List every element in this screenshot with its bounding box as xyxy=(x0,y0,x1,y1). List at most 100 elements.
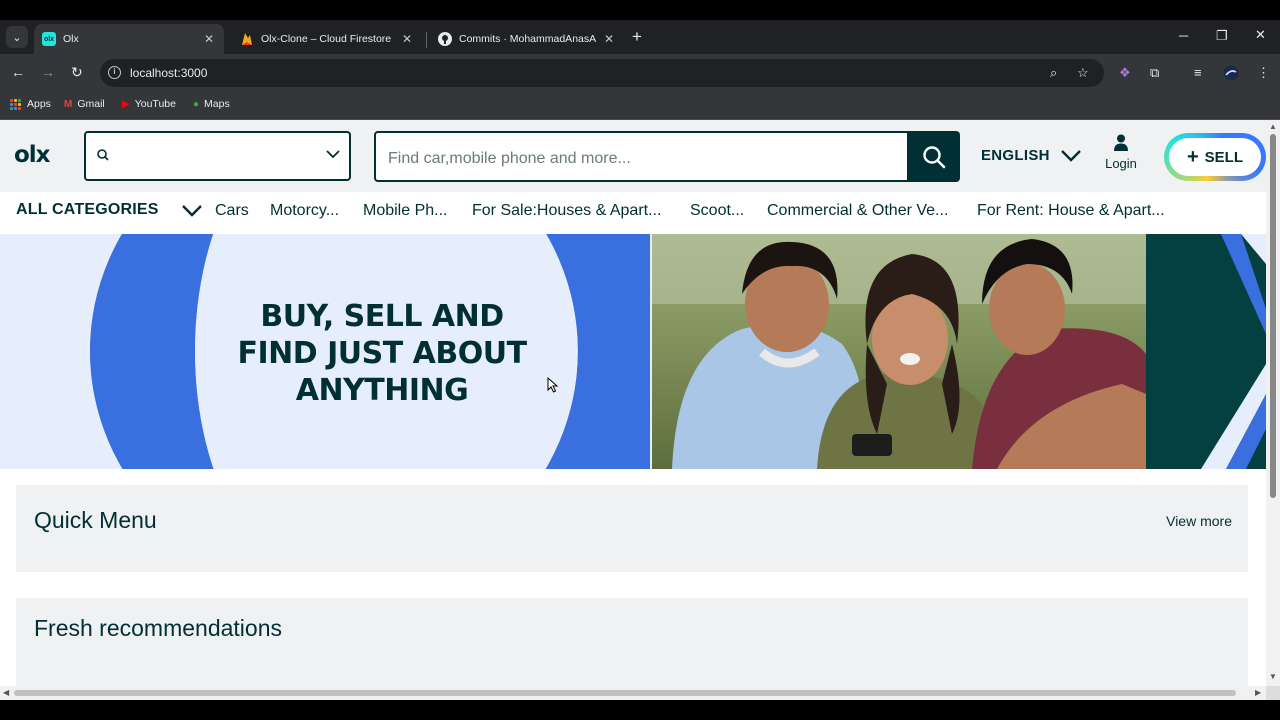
address-toolbar: ← → ↻ i localhost:3000 ⌕ ☆ ❖ ⧉ ≡ ⋮ xyxy=(0,54,1280,92)
language-selector[interactable]: ENGLISH xyxy=(981,147,1082,164)
extension-icon[interactable]: ❖ xyxy=(1119,65,1131,81)
mouse-cursor-icon xyxy=(547,377,559,393)
banner-chevron-graphic xyxy=(1146,234,1266,469)
tab-olx[interactable]: olx Olx ✕ xyxy=(34,24,224,54)
banner-line-3: ANYTHING xyxy=(295,373,469,408)
extensions-puzzle-icon[interactable]: ⧉ xyxy=(1150,65,1159,81)
banner-headline: BUY, SELL AND FIND JUST ABOUT ANYTHING xyxy=(226,298,538,409)
zoom-icon[interactable]: ⌕ xyxy=(1050,65,1057,81)
scroll-left-icon[interactable]: ◀ xyxy=(3,688,9,697)
category-scooters[interactable]: Scoot... xyxy=(690,202,744,220)
bookmark-gmail[interactable]: M Gmail xyxy=(64,98,105,110)
banner-text-panel: BUY, SELL AND FIND JUST ABOUT ANYTHING xyxy=(0,234,652,469)
web-page: olx ENGLISH Login + xyxy=(0,120,1266,686)
gmail-icon: M xyxy=(64,98,73,110)
hero-banner[interactable]: BUY, SELL AND FIND JUST ABOUT ANYTHING xyxy=(0,234,1266,469)
quick-menu-title: Quick Menu xyxy=(34,507,157,533)
tab-title: Commits · MohammadAnasAN xyxy=(459,33,596,45)
search-input[interactable] xyxy=(376,133,908,180)
close-window-icon[interactable]: ✕ xyxy=(1255,27,1266,43)
bookmark-label: Apps xyxy=(27,98,51,110)
category-houses-for-sale[interactable]: For Sale:Houses & Apart... xyxy=(472,202,661,220)
bookmark-label: Maps xyxy=(204,98,230,110)
category-houses-for-rent[interactable]: For Rent: House & Apart... xyxy=(977,202,1165,220)
language-label: ENGLISH xyxy=(981,147,1050,164)
maps-pin-icon: ● xyxy=(193,98,200,110)
media-control-icon[interactable]: ≡ xyxy=(1194,65,1202,80)
search-button[interactable] xyxy=(907,131,960,182)
plus-icon: + xyxy=(1186,146,1199,168)
browser-menu-icon[interactable]: ⋮ xyxy=(1257,65,1270,81)
browser-window: ⌄ olx Olx ✕ Olx-Clone – Cloud Firestore … xyxy=(0,0,1280,720)
close-tab-icon[interactable]: ✕ xyxy=(202,32,216,46)
scroll-down-icon[interactable]: ▼ xyxy=(1269,672,1277,681)
site-info-icon[interactable]: i xyxy=(108,66,121,79)
screen-bottom-bar xyxy=(0,700,1280,720)
scrollbar-corner xyxy=(1266,686,1280,700)
minimize-icon[interactable]: ─ xyxy=(1179,28,1188,43)
search-bar xyxy=(374,131,960,182)
tab-firestore[interactable]: Olx-Clone – Cloud Firestore – D ✕ xyxy=(232,24,422,54)
category-motorcycles[interactable]: Motorcy... xyxy=(270,202,339,220)
category-cars[interactable]: Cars xyxy=(215,202,249,220)
olx-logo[interactable]: olx xyxy=(14,142,51,168)
chevron-down-icon xyxy=(1060,149,1081,162)
olx-favicon-icon: olx xyxy=(42,32,56,46)
tab-title: Olx xyxy=(63,33,79,45)
profile-avatar-icon[interactable] xyxy=(1223,65,1239,84)
quick-menu-section: Quick Menu View more xyxy=(16,485,1248,572)
bookmark-maps[interactable]: ● Maps xyxy=(193,98,230,110)
youtube-icon: ▶ xyxy=(122,98,130,110)
close-tab-icon[interactable]: ✕ xyxy=(602,32,616,46)
fresh-recommendations-section: Fresh recommendations xyxy=(16,598,1248,686)
search-icon xyxy=(922,145,945,168)
tab-bar: ⌄ olx Olx ✕ Olx-Clone – Cloud Firestore … xyxy=(0,20,1280,54)
vertical-scrollbar[interactable]: ▲ ▼ xyxy=(1266,120,1280,686)
apps-grid-icon xyxy=(10,98,21,110)
chevron-down-icon[interactable] xyxy=(181,204,203,218)
tab-title: Olx-Clone – Cloud Firestore – D xyxy=(261,33,394,45)
scroll-thumb[interactable] xyxy=(1270,134,1276,498)
scroll-thumb[interactable] xyxy=(14,690,1236,696)
scroll-right-icon[interactable]: ▶ xyxy=(1255,688,1261,697)
chevron-down-icon xyxy=(326,150,340,159)
category-bar: ALL CATEGORIES Cars Motorcy... Mobile Ph… xyxy=(0,192,1266,234)
scroll-up-icon[interactable]: ▲ xyxy=(1269,122,1277,131)
bookmarks-bar: Apps M Gmail ▶ YouTube ● Maps xyxy=(0,92,1280,120)
banner-photo-friends xyxy=(652,234,1146,469)
tab-github[interactable]: Commits · MohammadAnasAN ✕ xyxy=(430,24,624,54)
category-commercial-vehicles[interactable]: Commercial & Other Ve... xyxy=(767,202,948,220)
new-tab-icon[interactable]: + xyxy=(632,28,642,46)
bookmark-label: YouTube xyxy=(134,98,176,110)
tab-search-button[interactable]: ⌄ xyxy=(6,26,28,48)
address-bar[interactable]: i localhost:3000 ⌕ ☆ xyxy=(100,59,1104,87)
sell-label: SELL xyxy=(1204,148,1244,166)
category-mobile-phones[interactable]: Mobile Ph... xyxy=(363,202,447,220)
view-more-link[interactable]: View more xyxy=(1166,513,1232,529)
bookmark-youtube[interactable]: ▶ YouTube xyxy=(122,98,176,110)
forward-icon[interactable]: → xyxy=(41,64,55,80)
restore-icon[interactable]: ❐ xyxy=(1216,28,1228,44)
back-icon[interactable]: ← xyxy=(11,64,25,80)
sell-button[interactable]: + SELL xyxy=(1164,133,1266,181)
user-icon xyxy=(1114,134,1128,151)
github-favicon-icon xyxy=(438,32,452,46)
search-icon xyxy=(97,149,109,161)
screen-top-bar xyxy=(0,0,1280,20)
close-tab-icon[interactable]: ✕ xyxy=(400,32,414,46)
url-text[interactable]: localhost:3000 xyxy=(130,66,207,80)
olx-header: olx ENGLISH Login + xyxy=(0,120,1266,192)
fresh-recommendations-title: Fresh recommendations xyxy=(34,615,282,641)
horizontal-scrollbar[interactable]: ◀ ▶ xyxy=(0,686,1266,700)
all-categories-button[interactable]: ALL CATEGORIES xyxy=(16,201,159,219)
banner-line-1: BUY, SELL AND xyxy=(260,299,504,334)
banner-line-2: FIND JUST ABOUT xyxy=(237,336,527,371)
bookmark-star-icon[interactable]: ☆ xyxy=(1077,65,1089,81)
bookmark-apps[interactable]: Apps xyxy=(10,98,51,110)
location-selector[interactable] xyxy=(84,131,351,181)
tab-separator xyxy=(426,32,427,48)
reload-icon[interactable]: ↻ xyxy=(71,64,83,81)
login-label: Login xyxy=(1105,156,1137,171)
login-button[interactable]: Login xyxy=(1100,134,1142,171)
bookmark-label: Gmail xyxy=(77,98,105,110)
